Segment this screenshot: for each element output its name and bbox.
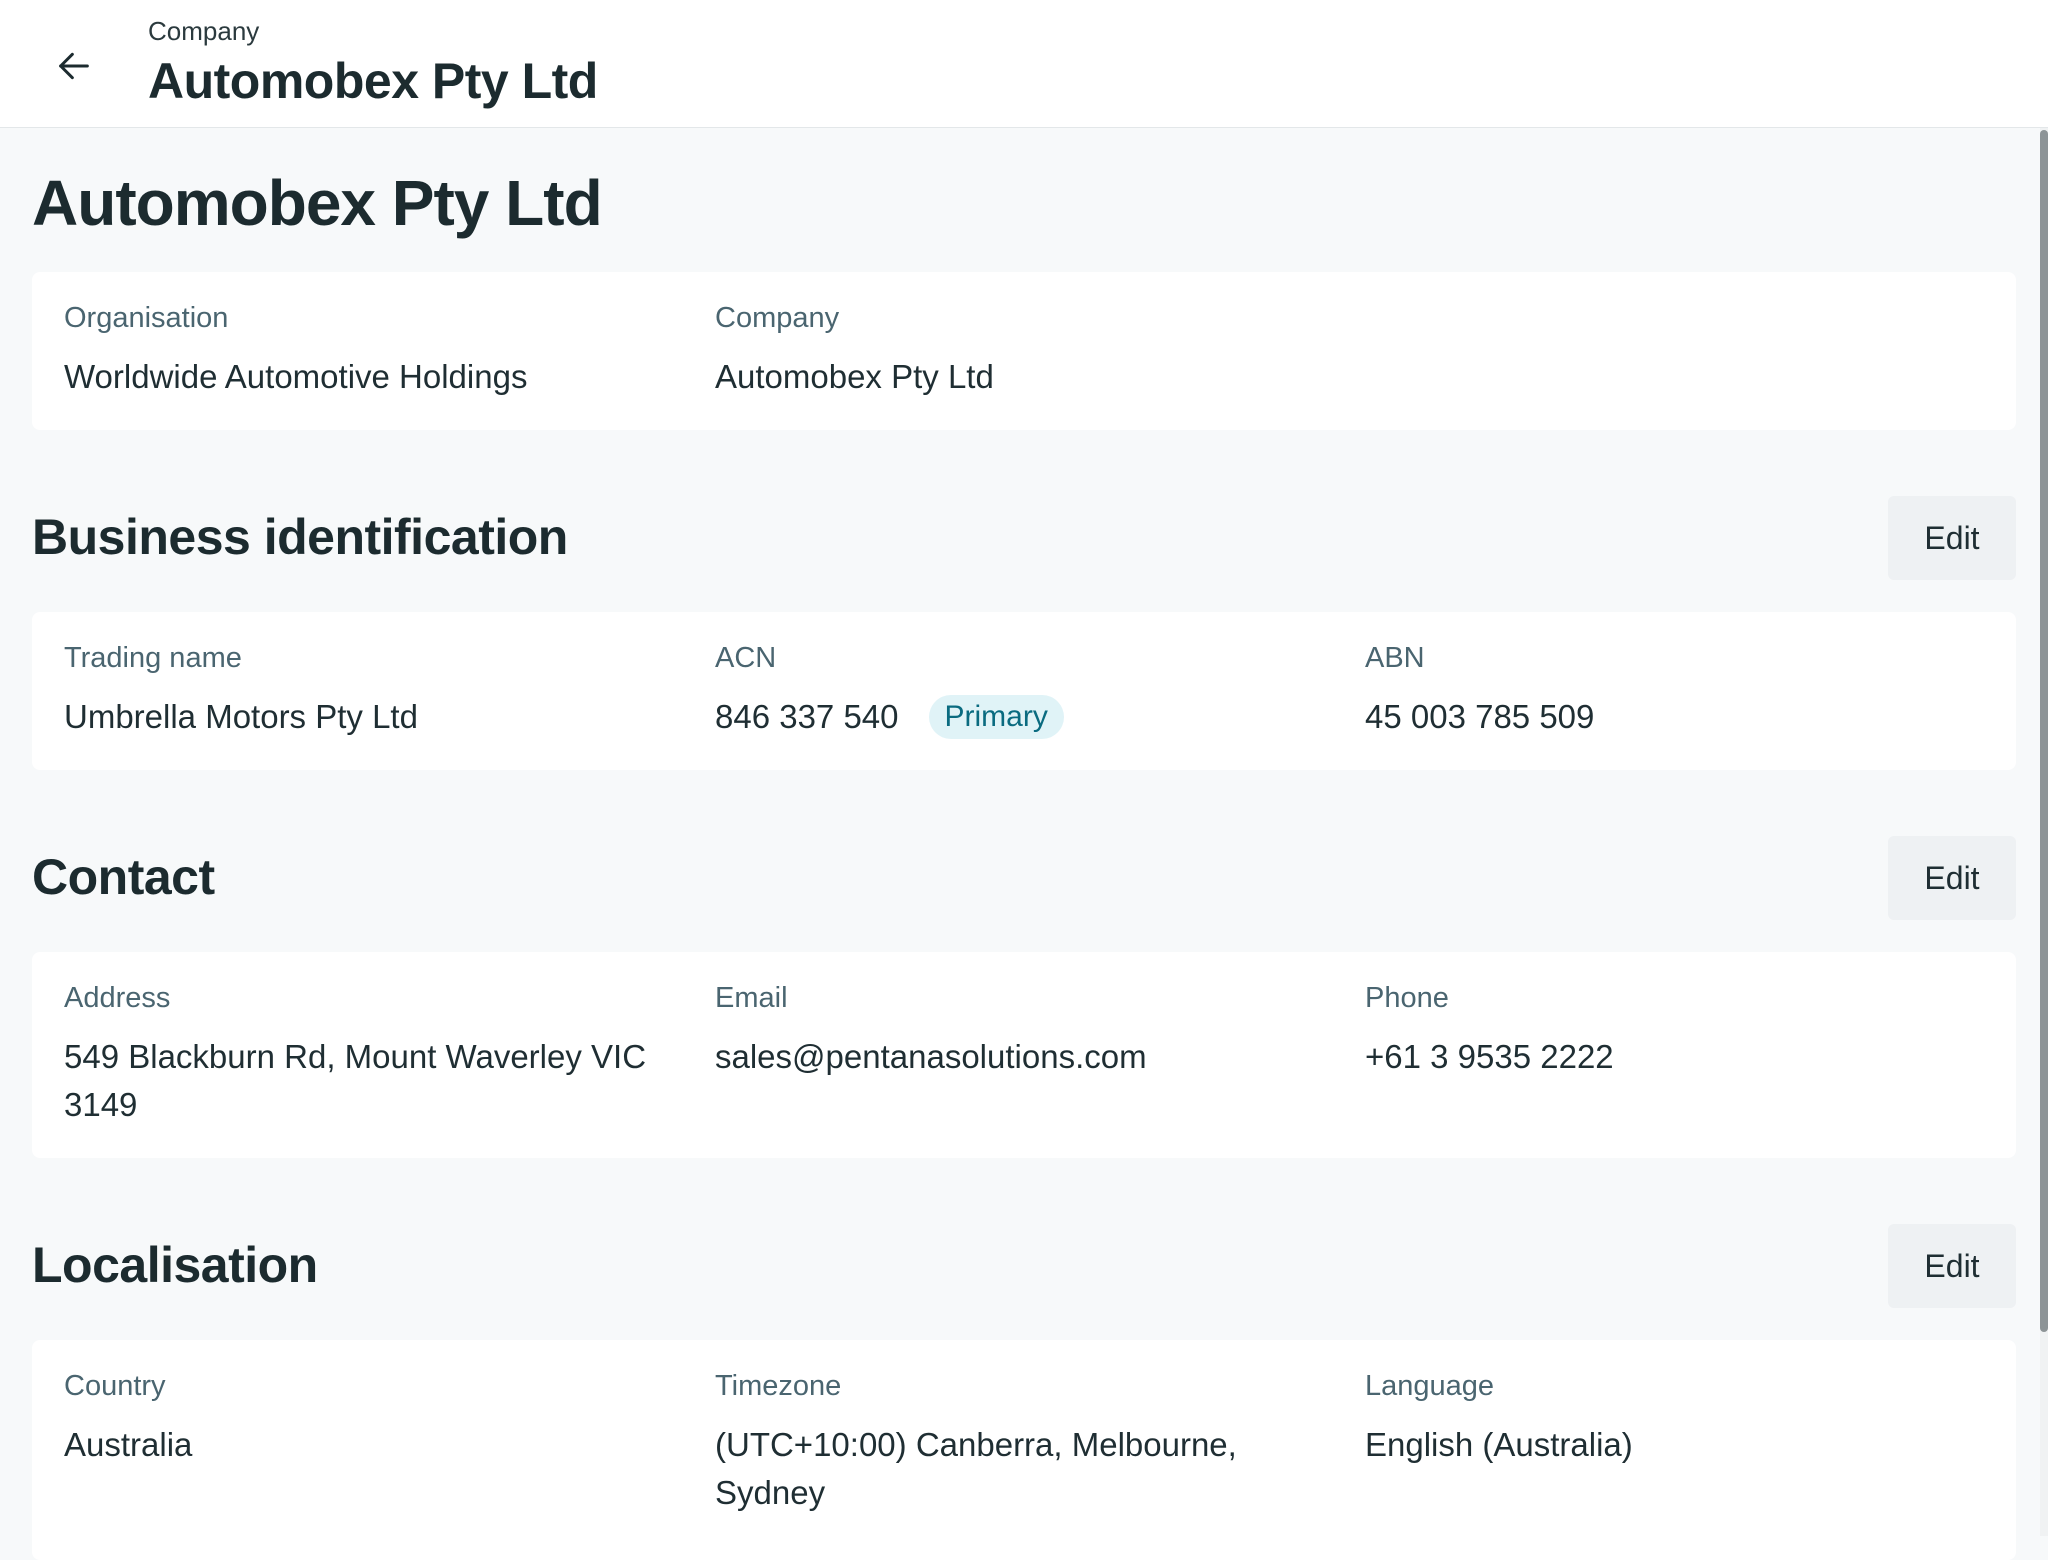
organisation-label: Organisation — [64, 302, 229, 334]
address-label: Address — [64, 982, 171, 1014]
primary-badge: Primary — [928, 695, 1064, 740]
abn-label: ABN — [1365, 642, 1425, 674]
abn-value: 45 003 785 509 — [1365, 698, 1595, 735]
business-section-title: Business identification — [32, 509, 568, 565]
company-field: Company Automobex Pty Ltd — [715, 302, 994, 401]
header-eyebrow: Company — [148, 16, 260, 46]
business-edit-button[interactable]: Edit — [1888, 496, 2016, 580]
contact-edit-button[interactable]: Edit — [1888, 836, 2016, 920]
address-field: Address 549 Blackburn Rd, Mount Waverley… — [64, 982, 664, 1129]
acn-label: ACN — [715, 642, 777, 674]
trading-name-label: Trading name — [64, 642, 242, 674]
acn-value-row: 846 337 540 Primary — [715, 693, 1064, 741]
timezone-field: Timezone (UTC+10:00) Canberra, Melbourne… — [715, 1370, 1275, 1517]
organisation-value: Worldwide Automotive Holdings — [64, 358, 528, 395]
top-bar: Company Automobex Pty Ltd — [0, 0, 2048, 128]
business-card: Trading name Umbrella Motors Pty Ltd ACN… — [32, 612, 2016, 770]
acn-value: 846 337 540 — [715, 698, 899, 735]
phone-field: Phone +61 3 9535 2222 — [1365, 982, 1614, 1081]
phone-label: Phone — [1365, 982, 1449, 1014]
phone-value: +61 3 9535 2222 — [1365, 1038, 1614, 1075]
contact-card: Address 549 Blackburn Rd, Mount Waverley… — [32, 952, 2016, 1158]
localisation-section-title: Localisation — [32, 1237, 318, 1293]
country-label: Country — [64, 1370, 166, 1402]
acn-field: ACN 846 337 540 Primary — [715, 642, 1064, 741]
trading-name-value: Umbrella Motors Pty Ltd — [64, 698, 418, 735]
company-value: Automobex Pty Ltd — [715, 358, 994, 395]
email-value: sales@pentanasolutions.com — [715, 1038, 1147, 1075]
timezone-label: Timezone — [715, 1370, 842, 1402]
contact-section-title: Contact — [32, 849, 215, 905]
company-label: Company — [715, 302, 840, 334]
language-label: Language — [1365, 1370, 1495, 1402]
language-value: English (Australia) — [1365, 1426, 1633, 1463]
country-field: Country Australia — [64, 1370, 192, 1469]
header-title: Automobex Pty Ltd — [148, 53, 598, 109]
back-button[interactable] — [44, 36, 104, 96]
organisation-field: Organisation Worldwide Automotive Holdin… — [64, 302, 527, 401]
timezone-value: (UTC+10:00) Canberra, Melbourne, Sydney — [715, 1426, 1237, 1511]
email-label: Email — [715, 982, 788, 1014]
scrollbar-thumb[interactable] — [2040, 130, 2048, 1332]
localisation-edit-button[interactable]: Edit — [1888, 1224, 2016, 1308]
language-field: Language English (Australia) — [1365, 1370, 1633, 1469]
country-value: Australia — [64, 1426, 193, 1463]
email-field: Email sales@pentanasolutions.com — [715, 982, 1147, 1081]
abn-field: ABN 45 003 785 509 — [1365, 642, 1594, 741]
summary-card: Organisation Worldwide Automotive Holdin… — [32, 272, 2016, 430]
address-value: 549 Blackburn Rd, Mount Waverley VIC 314… — [64, 1038, 647, 1123]
page-title: Automobex Pty Ltd — [32, 167, 603, 239]
localisation-card: Country Australia Timezone (UTC+10:00) C… — [32, 1340, 2016, 1560]
trading-name-field: Trading name Umbrella Motors Pty Ltd — [64, 642, 418, 741]
arrow-left-icon — [59, 52, 89, 80]
